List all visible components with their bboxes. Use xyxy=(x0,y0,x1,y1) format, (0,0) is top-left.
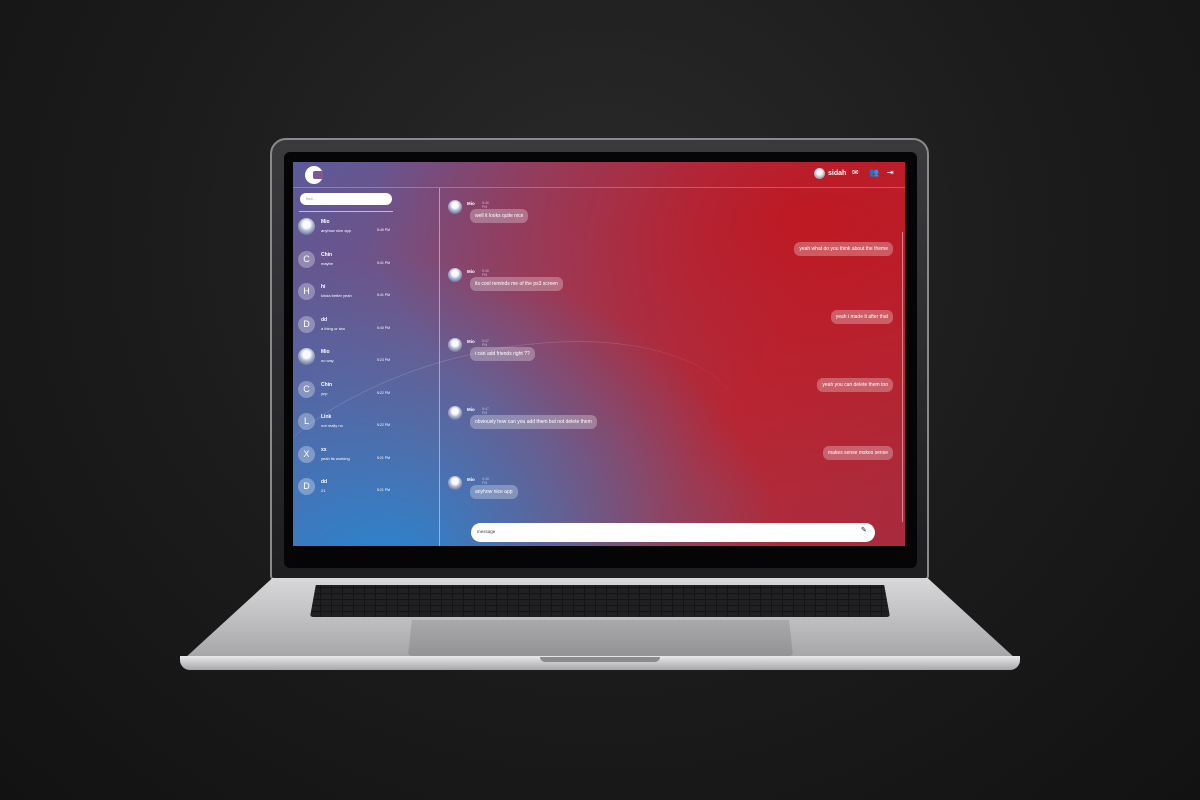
avatar: X xyxy=(298,445,315,463)
message-sender: Mio xyxy=(467,407,475,412)
message-bubble: its cool reminds me of the ps3 screen xyxy=(470,277,563,291)
contact-name: Chin xyxy=(321,381,333,388)
message-sender: Mio xyxy=(467,339,475,344)
search-underline xyxy=(299,211,393,212)
contact-name: xx xyxy=(321,446,327,453)
contact-name: dd xyxy=(321,316,328,323)
message-bubble: i can add friends right ?? xyxy=(470,347,535,361)
contact-item[interactable]: Mio no way 5:23 PM xyxy=(298,344,438,376)
scrollbar[interactable] xyxy=(902,232,903,522)
avatar: C xyxy=(298,380,315,398)
contact-name: hi xyxy=(321,284,326,290)
avatar: D xyxy=(298,478,315,495)
app-logo-icon[interactable] xyxy=(305,166,323,184)
avatar: L xyxy=(298,413,315,430)
contact-timestamp: 5:41 PM xyxy=(377,260,391,265)
contact-last-message: 21 xyxy=(321,488,326,493)
contact-timestamp: 5:41 PM xyxy=(377,293,391,297)
header-divider xyxy=(293,187,905,188)
contact-item[interactable]: Mio anyhow nice app 5:49 PM xyxy=(298,214,438,246)
contact-item[interactable]: L Link not really no 5:22 PM xyxy=(298,409,438,441)
message-outgoing: makes sense mskes sense xyxy=(822,446,893,460)
contact-item[interactable]: Ddd 21 5:21 PM xyxy=(298,474,438,506)
message-outgoing: yeah i made it after that xyxy=(830,310,893,324)
contact-name: Mio xyxy=(321,219,330,225)
top-bar: sidah ✉ 👥 ⇥ xyxy=(293,162,905,188)
avatar xyxy=(814,168,825,179)
contact-name: Chin xyxy=(321,251,333,258)
avatar xyxy=(448,200,462,214)
contact-timestamp: 5:23 PM xyxy=(377,358,391,362)
sidebar-divider xyxy=(439,188,440,546)
message-outgoing: yeah you can delete them too xyxy=(817,378,893,392)
avatar: H xyxy=(298,283,315,300)
contact-item[interactable]: C Chin maybe 5:41 PM xyxy=(298,247,438,279)
username: sidah xyxy=(828,170,847,177)
contact-last-message: no way xyxy=(321,358,334,363)
avatar: C xyxy=(298,250,315,268)
avatar xyxy=(298,348,315,365)
laptop-keyboard xyxy=(310,585,890,617)
message-bubble: obviously how can you add them but not d… xyxy=(470,415,597,429)
message-bubble: well it looks quite nice xyxy=(470,209,529,223)
message-sender: Mio xyxy=(467,477,475,482)
avatar xyxy=(448,338,462,352)
contact-last-message: a thing or two xyxy=(321,325,346,331)
contact-name: Link xyxy=(321,414,332,420)
contact-last-message: maybe xyxy=(321,260,334,266)
contact-item[interactable]: Ddd a thing or two 5:40 PM xyxy=(298,312,438,344)
avatar xyxy=(448,476,462,490)
friends-icon[interactable]: 👥 xyxy=(869,169,879,177)
contact-name: Mio xyxy=(321,349,330,355)
app-screen: sidah ✉ 👥 ⇥ find... Mio anyhow nice app 5:… xyxy=(293,162,905,546)
message-timestamp: 5:48 PM xyxy=(482,477,489,485)
contact-timestamp: 5:21 PM xyxy=(377,488,391,492)
contact-item[interactable]: C Chin yep 5:22 PM xyxy=(298,377,438,409)
contact-last-message: kinda better yeah xyxy=(321,293,352,298)
message-timestamp: 5:46 PM xyxy=(482,201,489,209)
logout-icon[interactable]: ⇥ xyxy=(887,169,894,177)
laptop-trackpad xyxy=(408,620,793,656)
contact-timestamp: 5:22 PM xyxy=(377,423,391,427)
contact-timestamp: 5:40 PM xyxy=(377,325,391,330)
contact-item[interactable]: Xxx yeah its working 5:21 PM xyxy=(298,442,438,474)
contact-timestamp: 5:22 PM xyxy=(377,390,391,395)
contact-timestamp: 5:49 PM xyxy=(377,228,391,232)
avatar xyxy=(448,406,462,420)
message-input[interactable]: message xyxy=(471,523,875,542)
avatar xyxy=(298,218,315,235)
message-bubble: anyhow nice app xyxy=(470,485,518,499)
contact-last-message: not really no xyxy=(321,423,343,428)
message-timestamp: 5:46 PM xyxy=(482,269,489,277)
user-profile[interactable]: sidah xyxy=(814,168,846,179)
contact-last-message: anyhow nice app xyxy=(321,228,352,233)
avatar xyxy=(448,268,462,282)
search-input[interactable]: find... xyxy=(300,193,392,205)
message-sender: Mio xyxy=(467,269,475,274)
avatar: D xyxy=(298,315,315,333)
contact-timestamp: 5:21 PM xyxy=(377,455,391,460)
laptop-notch xyxy=(540,657,660,662)
contact-last-message: yeah its working xyxy=(321,455,350,461)
pencil-send-icon[interactable]: ✎ xyxy=(861,527,867,534)
contact-name: dd xyxy=(321,479,328,485)
message-outgoing: yeah what do you think about the theme xyxy=(794,242,893,256)
contact-item[interactable]: Hhi kinda better yeah 5:41 PM xyxy=(298,279,438,311)
message-timestamp: 5:47 PM xyxy=(482,407,489,415)
mail-icon[interactable]: ✉ xyxy=(852,169,859,177)
contact-last-message: yep xyxy=(321,390,328,396)
message-timestamp: 5:47 PM xyxy=(482,339,489,347)
message-sender: Mio xyxy=(467,201,475,206)
